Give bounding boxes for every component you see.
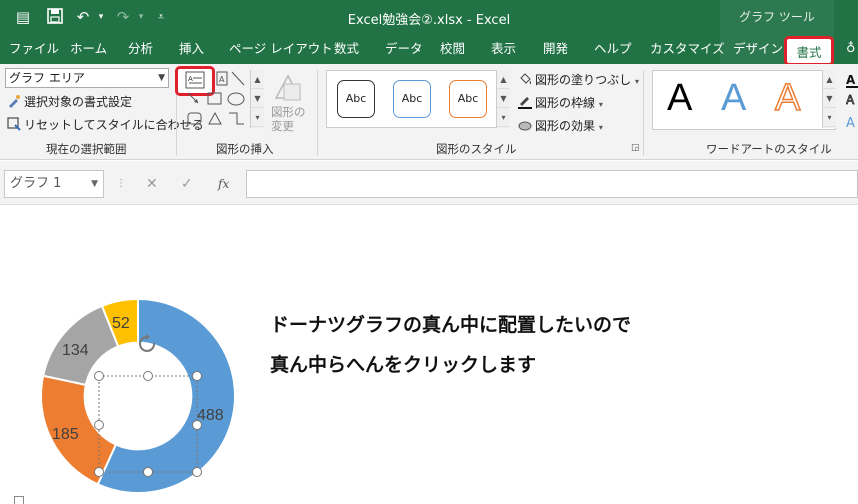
resize-handle[interactable]: [192, 371, 202, 381]
resize-handle[interactable]: [94, 371, 104, 381]
instruction-text-line-2: 真ん中らへんをクリックします: [270, 354, 537, 376]
data-label[interactable]: 134: [62, 342, 89, 360]
resize-handle[interactable]: [94, 420, 104, 430]
resize-handle[interactable]: [143, 467, 153, 477]
resize-handle[interactable]: [94, 467, 104, 477]
instruction-text-line-1: ドーナツグラフの真ん中に配置したいので: [270, 314, 632, 336]
resize-handle[interactable]: [192, 467, 202, 477]
resize-handle[interactable]: [143, 371, 153, 381]
chart-element-icon[interactable]: [14, 496, 24, 504]
data-label[interactable]: 52: [112, 315, 130, 333]
data-label[interactable]: 185: [52, 426, 79, 444]
donut-chart[interactable]: [0, 0, 858, 504]
data-label[interactable]: 488: [197, 407, 224, 425]
